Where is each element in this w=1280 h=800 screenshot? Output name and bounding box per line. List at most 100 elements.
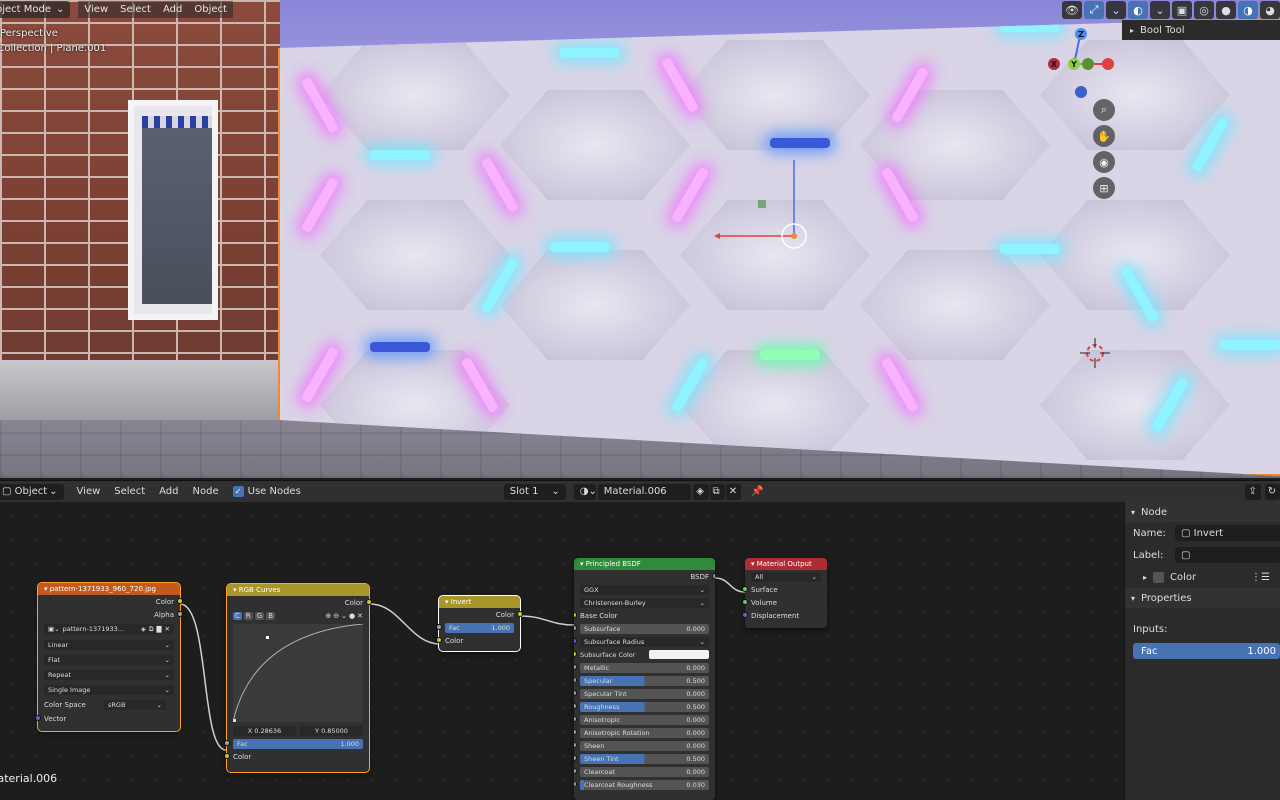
menu-view[interactable]: View xyxy=(70,486,108,497)
new-image-icon[interactable]: ⧉ xyxy=(149,625,154,634)
camera-icon[interactable]: ◉ xyxy=(1093,151,1115,173)
input-socket[interactable] xyxy=(574,612,577,618)
value-slider[interactable]: Subsurface 0.000 xyxy=(580,623,709,634)
gizmo-neg-y[interactable] xyxy=(1082,58,1094,70)
snap-icon[interactable]: ↻ xyxy=(1264,483,1280,500)
menu-add[interactable]: Add xyxy=(152,486,185,497)
solid-shading-icon[interactable]: ● xyxy=(1216,1,1236,19)
node-title-material-output[interactable]: ▾ Material Output xyxy=(745,558,827,570)
value-slider[interactable]: Metallic 0.000 xyxy=(580,662,709,673)
wireframe-shading-icon[interactable]: ◎ xyxy=(1194,1,1214,19)
input-socket[interactable] xyxy=(574,716,577,722)
menu-select[interactable]: Select xyxy=(114,1,157,18)
output-socket[interactable] xyxy=(177,598,183,604)
node-invert[interactable]: ▾ Invert Color Fac 1.000 Color xyxy=(436,595,523,652)
grid-perspective-icon[interactable]: ⊞ xyxy=(1093,177,1115,199)
input-socket[interactable] xyxy=(574,690,577,696)
output-socket[interactable] xyxy=(366,599,372,605)
gizmo-toggle-icon[interactable]: ⤢ xyxy=(1084,1,1104,19)
zoom-out-icon[interactable]: ⊖ xyxy=(333,612,339,620)
input-socket[interactable] xyxy=(574,703,577,709)
close-icon[interactable]: ✕ xyxy=(165,625,170,633)
node-rgb-curves[interactable]: ▾ RGB Curves Color C R G B ⊕ ⊖ ⌄ ● ✕ X 0… xyxy=(224,583,372,773)
chevron-down-icon[interactable]: ⌄ xyxy=(1150,1,1170,19)
material-name-field[interactable]: Material.006 xyxy=(597,483,692,500)
shader-node-editor[interactable]: ▾ pattern-1371933_960_720.jpg Color Alph… xyxy=(0,480,1124,800)
chevron-down-icon[interactable]: ⌄ xyxy=(341,612,347,620)
xray-icon[interactable]: ▣ xyxy=(1172,1,1192,19)
output-socket[interactable] xyxy=(177,611,183,617)
value-slider[interactable]: Clearcoat Roughness 0.030 xyxy=(580,779,709,790)
close-icon[interactable]: ✕ xyxy=(725,483,741,500)
navigation-gizmo[interactable]: Z Y X xyxy=(1040,28,1120,108)
value-slider[interactable]: Sheen 0.000 xyxy=(580,740,709,751)
subsurface-method-dropdown[interactable]: Christensen-Burley ⌄ xyxy=(580,597,709,608)
input-socket[interactable] xyxy=(224,740,230,746)
channel-tab-g[interactable]: G xyxy=(254,611,265,620)
menu-node[interactable]: Node xyxy=(186,486,226,497)
input-socket[interactable] xyxy=(574,755,577,761)
menu-select[interactable]: Select xyxy=(107,486,152,497)
source-dropdown[interactable]: Single Image ⌄ xyxy=(44,684,174,695)
input-socket[interactable] xyxy=(35,715,41,721)
menu-view[interactable]: View xyxy=(78,1,115,18)
color-swatch[interactable] xyxy=(649,650,709,659)
node-title-principled[interactable]: ▾ Principled BSDF xyxy=(574,558,715,570)
node-title-image-texture[interactable]: ▾ pattern-1371933_960_720.jpg xyxy=(38,583,180,595)
color-space-dropdown[interactable]: sRGB ⌄ xyxy=(104,699,166,710)
gizmo-x-axis[interactable]: X xyxy=(1048,58,1060,70)
mode-dropdown[interactable]: Object Mode ⌄ xyxy=(0,1,71,18)
color-subpanel[interactable]: ▸ Color ⋮☰ xyxy=(1125,566,1280,588)
fake-user-icon[interactable]: ◈ xyxy=(141,625,146,633)
node-title-invert[interactable]: ▾ Invert xyxy=(439,596,520,608)
clipping-icon[interactable]: ● xyxy=(349,612,355,620)
input-socket[interactable] xyxy=(574,677,577,683)
input-socket[interactable] xyxy=(742,612,748,618)
use-nodes-checkbox[interactable]: ✓ Use Nodes xyxy=(226,486,308,497)
color-checkbox[interactable] xyxy=(1153,571,1165,583)
material-preview-icon[interactable]: ◑ xyxy=(1238,1,1258,19)
value-slider[interactable]: Specular Tint 0.000 xyxy=(580,688,709,699)
duplicate-material-icon[interactable]: ⧉ xyxy=(709,483,725,500)
input-socket[interactable] xyxy=(436,624,442,630)
gizmo-z-axis[interactable]: Z xyxy=(1075,28,1087,40)
node-image-texture[interactable]: ▾ pattern-1371933_960_720.jpg Color Alph… xyxy=(35,582,183,732)
object-type-dropdown[interactable]: ▢ Object ⌄ xyxy=(0,483,64,500)
slot-dropdown[interactable]: Slot 1 ⌄ xyxy=(503,483,566,500)
close-icon[interactable]: ✕ xyxy=(357,612,363,620)
input-socket[interactable] xyxy=(574,742,577,748)
channel-tab-c[interactable]: C xyxy=(233,611,242,620)
visibility-eye-icon[interactable]: 👁 xyxy=(1062,1,1082,19)
point-y-field[interactable]: Y 0.85000 xyxy=(300,725,363,736)
object-origin-gizmo[interactable] xyxy=(700,150,820,250)
rendered-shading-icon[interactable]: ◕ xyxy=(1260,1,1280,19)
image-datablock[interactable]: ▣⌄ pattern-1371933... ◈ ⧉ ▇ ✕ xyxy=(44,624,174,634)
value-slider[interactable]: Specular 0.500 xyxy=(580,675,709,686)
node-panel-header[interactable]: ▾ Node xyxy=(1125,502,1280,522)
extension-dropdown[interactable]: Repeat ⌄ xyxy=(44,669,174,680)
input-socket[interactable] xyxy=(436,637,442,643)
node-material-output[interactable]: ▾ Material Output All ⌄ Surface Volume Di… xyxy=(742,558,827,628)
node-title-rgb-curves[interactable]: ▾ RGB Curves xyxy=(227,584,369,596)
distribution-dropdown[interactable]: GGX ⌄ xyxy=(580,584,709,595)
overlays-icon[interactable]: ◐ xyxy=(1128,1,1148,19)
subsurface-radius-dropdown[interactable]: Subsurface Radius ⌄ xyxy=(580,636,709,647)
menu-add[interactable]: Add xyxy=(156,1,189,18)
drag-handle-icon[interactable]: ⋮☰ xyxy=(1251,572,1270,583)
input-socket[interactable] xyxy=(574,625,577,631)
interpolation-dropdown[interactable]: Linear ⌄ xyxy=(44,639,174,650)
value-slider[interactable]: Roughness 0.500 xyxy=(580,701,709,712)
backdrop-icon[interactable]: ⇪ xyxy=(1245,483,1261,500)
value-slider[interactable]: Clearcoat 0.000 xyxy=(580,766,709,777)
fake-user-icon[interactable]: ◈ xyxy=(693,483,709,500)
folder-icon[interactable]: ▇ xyxy=(157,625,162,633)
input-socket[interactable] xyxy=(574,651,577,657)
input-socket[interactable] xyxy=(742,586,748,592)
input-socket[interactable] xyxy=(574,781,577,787)
gizmo-neg-z[interactable] xyxy=(1075,86,1087,98)
target-dropdown[interactable]: All ⌄ xyxy=(751,571,821,582)
value-slider[interactable]: Anisotropic Rotation 0.000 xyxy=(580,727,709,738)
3d-viewport[interactable]: Object Mode ⌄ View Select Add Object Use… xyxy=(0,0,1280,478)
gizmo-y-axis[interactable]: Y xyxy=(1068,58,1080,70)
gizmo-neg-x[interactable] xyxy=(1102,58,1114,70)
